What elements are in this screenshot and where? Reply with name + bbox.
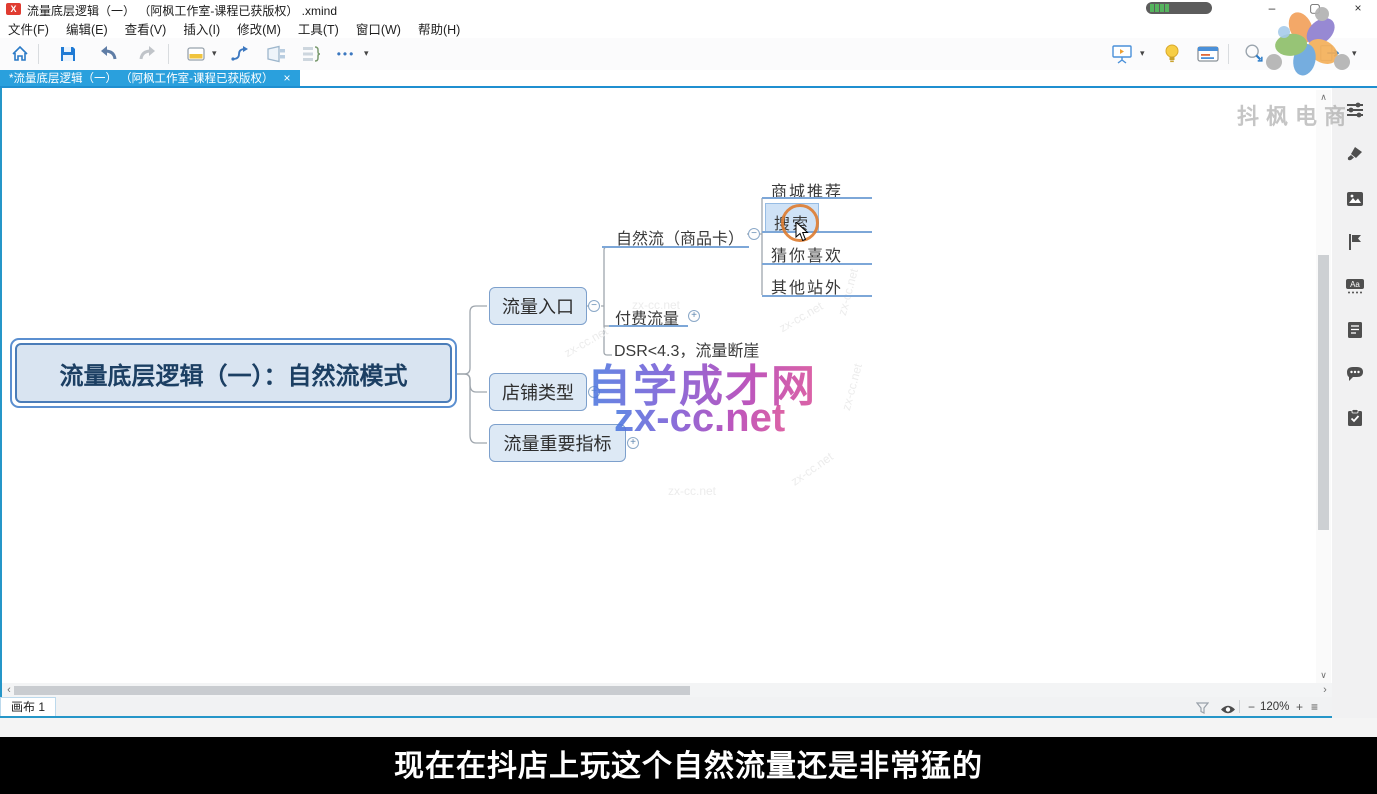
faint-watermark: zx-cc.net — [668, 484, 716, 498]
mindmap-canvas[interactable]: zx-cc.net zx-cc.net zx-cc.net zx-cc.net … — [2, 90, 1316, 683]
menu-edit[interactable]: 编辑(E) — [66, 19, 108, 38]
branch-topic-entry[interactable]: 流量入口 — [489, 287, 587, 325]
zoom-level[interactable]: 120% — [1260, 701, 1289, 713]
undo-icon[interactable] — [96, 42, 120, 66]
home-icon[interactable] — [8, 42, 32, 66]
expand-toggle-paid[interactable]: + — [688, 310, 700, 322]
branch-topic-shop-label: 店铺类型 — [502, 379, 574, 405]
document-tab-strip: *流量底层逻辑（一） （阿枫工作室-课程已获版权） × — [0, 70, 1377, 88]
task-clipboard-icon[interactable] — [1345, 408, 1365, 428]
zoom-fit-button[interactable]: ≡ — [1311, 700, 1318, 714]
image-icon[interactable] — [1345, 189, 1365, 209]
branch-topic-metrics-label: 流量重要指标 — [504, 430, 612, 456]
menu-view[interactable]: 查看(V) — [125, 19, 167, 38]
scroll-right-icon[interactable]: › — [1320, 684, 1330, 696]
xmind-app-icon: X — [6, 3, 21, 15]
sheet-tab-canvas1[interactable]: 画布 1 — [0, 697, 56, 716]
chevron-down-icon[interactable]: ▾ — [364, 48, 369, 59]
zoom-in-button[interactable]: + — [1296, 700, 1303, 714]
toolbar-separator — [168, 44, 169, 64]
status-bar: 画布 ('画布 1') 自动保存: 关闭 ◦ DESKTOP-A225IUP — [0, 718, 1377, 737]
topic-underline — [762, 263, 872, 265]
root-topic-label: 流量底层逻辑（一）：自然流模式 — [60, 356, 408, 391]
branch-topic-entry-label: 流量入口 — [502, 293, 574, 319]
menu-modify[interactable]: 修改(M) — [237, 19, 281, 38]
brush-icon[interactable] — [1345, 144, 1365, 164]
menu-window[interactable]: 窗口(W) — [356, 19, 401, 38]
battery-indicator — [1146, 2, 1212, 14]
horizontal-scrollbar-thumb[interactable] — [14, 686, 690, 695]
tab-label: *流量底层逻辑（一） （阿枫工作室-课程已获版权） — [9, 70, 274, 86]
toolbar-separator — [38, 44, 39, 64]
topic-underline — [602, 246, 749, 248]
menu-tools[interactable]: 工具(T) — [298, 19, 339, 38]
corner-watermark: 抖枫电商 — [1237, 99, 1353, 131]
chevron-down-icon[interactable]: ▾ — [1140, 48, 1145, 59]
site-watermark-url: zx-cc.net — [614, 396, 785, 441]
scroll-down-icon[interactable]: ∨ — [1316, 670, 1331, 681]
collapse-toggle-entry[interactable]: − — [588, 300, 600, 312]
toolbar-separator — [1228, 44, 1229, 64]
pinwheel-logo-watermark — [1250, 6, 1366, 85]
filter-icon[interactable] — [1196, 701, 1209, 719]
window-title: 流量底层逻辑（一） （阿枫工作室-课程已获版权） .xmind — [27, 2, 337, 19]
presentation-icon[interactable] — [1110, 42, 1134, 66]
relationship-icon[interactable] — [228, 42, 252, 66]
mouse-cursor — [795, 222, 810, 248]
label-aa-icon[interactable]: Aa — [1345, 276, 1365, 296]
collapse-toggle-natural[interactable]: − — [748, 228, 760, 240]
topic-underline — [762, 295, 872, 297]
menu-help[interactable]: 帮助(H) — [418, 19, 460, 38]
zoom-out-button[interactable]: − — [1248, 700, 1255, 714]
active-document-tab[interactable]: *流量底层逻辑（一） （阿枫工作室-课程已获版权） × — [0, 70, 300, 86]
summary-icon[interactable] — [300, 42, 324, 66]
format-panel-icon[interactable] — [1196, 42, 1220, 66]
root-topic[interactable]: 流量底层逻辑（一）：自然流模式 — [15, 343, 452, 403]
topic-underline — [609, 325, 688, 327]
flag-marker-icon[interactable] — [1345, 232, 1365, 252]
scroll-left-icon[interactable]: ‹ — [4, 684, 14, 696]
boundary-icon[interactable] — [264, 42, 288, 66]
vertical-scrollbar-thumb[interactable] — [1318, 255, 1329, 530]
menu-bar: 文件(F) 编辑(E) 查看(V) 插入(I) 修改(M) 工具(T) 窗口(W… — [0, 18, 1377, 38]
sheet-bar — [2, 697, 1332, 716]
topic-underline — [762, 197, 872, 199]
right-sidebar — [1332, 88, 1377, 718]
branch-topic-metrics[interactable]: 流量重要指标 — [489, 424, 626, 462]
comment-icon[interactable] — [1345, 364, 1365, 384]
chevron-down-icon[interactable]: ▾ — [212, 48, 217, 59]
title-bar: X 流量底层逻辑（一） （阿枫工作室-课程已获版权） .xmind – ▢ × — [0, 0, 1377, 18]
menu-insert[interactable]: 插入(I) — [183, 19, 220, 38]
more-tools-icon[interactable]: ••• — [334, 42, 358, 66]
subtitle-band: 现在在抖店上玩这个自然流量还是非常猛的 — [0, 737, 1377, 794]
menu-file[interactable]: 文件(F) — [8, 19, 49, 38]
lightbulb-icon[interactable] — [1160, 42, 1184, 66]
redo-icon[interactable] — [136, 42, 160, 66]
subtitle-text: 现在在抖店上玩这个自然流量还是非常猛的 — [394, 741, 983, 785]
topic-style-icon[interactable] — [184, 42, 208, 66]
save-icon[interactable] — [56, 42, 80, 66]
sheetbar-separator — [1239, 700, 1240, 713]
notes-icon[interactable] — [1345, 320, 1365, 340]
branch-topic-shop[interactable]: 店铺类型 — [489, 373, 587, 411]
tab-close-icon[interactable]: × — [284, 72, 291, 84]
svg-text:Aa: Aa — [1350, 280, 1360, 289]
